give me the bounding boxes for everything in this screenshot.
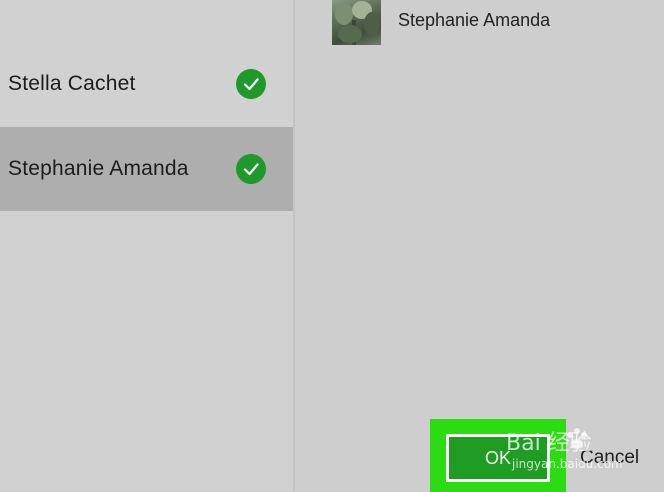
contact-avatar — [332, 0, 381, 45]
ok-button[interactable]: OK — [446, 434, 550, 482]
checkmark-icon[interactable] — [236, 69, 266, 99]
selected-contact-item: Stephanie Amanda — [332, 0, 662, 45]
contact-row-stella-cachet[interactable]: Stella Cachet — [0, 42, 293, 126]
contact-list: Stella Cachet Stephanie Amanda — [0, 0, 293, 492]
cancel-button[interactable]: Cancel — [580, 447, 639, 469]
selected-contact-name: Stephanie Amanda — [398, 10, 551, 30]
contact-name: Stella Cachet — [8, 72, 136, 95]
checkmark-icon[interactable] — [236, 154, 266, 184]
contact-name: Stephanie Amanda — [8, 157, 189, 180]
contact-row-stephanie-amanda[interactable]: Stephanie Amanda — [0, 127, 293, 211]
